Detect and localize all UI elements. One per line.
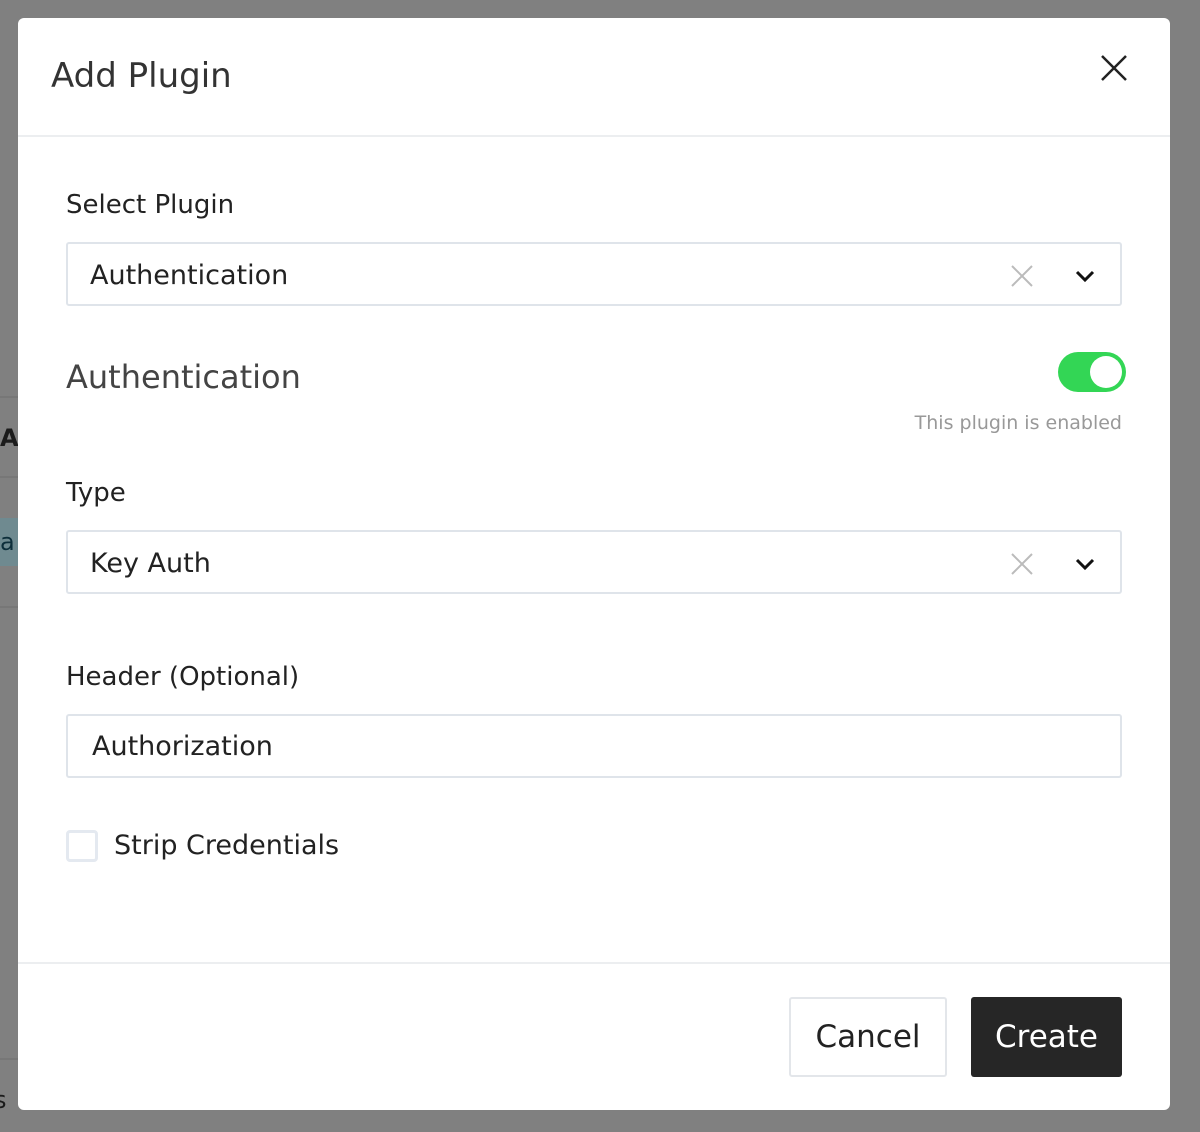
background-divider bbox=[0, 1058, 18, 1060]
enable-plugin-toggle[interactable] bbox=[1058, 352, 1126, 392]
chevron-down-icon[interactable] bbox=[1074, 266, 1096, 286]
add-plugin-modal: Add Plugin Select Plugin Authentication … bbox=[18, 18, 1170, 1110]
type-dropdown[interactable]: Key Auth bbox=[66, 530, 1122, 594]
strip-credentials-label[interactable]: Strip Credentials bbox=[114, 830, 339, 861]
footer-divider bbox=[18, 962, 1170, 964]
select-plugin-dropdown[interactable]: Authentication bbox=[66, 242, 1122, 306]
clear-icon[interactable] bbox=[1010, 552, 1034, 576]
section-title: Authentication bbox=[66, 358, 301, 396]
modal-header: Add Plugin bbox=[18, 18, 1170, 137]
select-plugin-value: Authentication bbox=[90, 260, 289, 291]
create-button[interactable]: Create bbox=[971, 997, 1122, 1077]
background-divider bbox=[0, 606, 18, 608]
close-icon[interactable] bbox=[1098, 52, 1130, 84]
enabled-hint: This plugin is enabled bbox=[914, 412, 1122, 434]
background-text: s bbox=[0, 1086, 7, 1114]
cancel-button[interactable]: Cancel bbox=[789, 997, 947, 1077]
modal-title: Add Plugin bbox=[51, 56, 232, 96]
select-plugin-label: Select Plugin bbox=[66, 190, 235, 220]
background-text: a bbox=[0, 528, 15, 556]
header-label: Header (Optional) bbox=[66, 662, 300, 692]
type-value: Key Auth bbox=[90, 548, 211, 579]
toggle-knob bbox=[1090, 356, 1122, 388]
type-label: Type bbox=[66, 478, 126, 508]
header-input[interactable] bbox=[66, 714, 1122, 778]
clear-icon[interactable] bbox=[1010, 264, 1034, 288]
background-divider bbox=[0, 476, 18, 478]
background-divider bbox=[0, 396, 18, 398]
chevron-down-icon[interactable] bbox=[1074, 554, 1096, 574]
strip-credentials-checkbox[interactable] bbox=[66, 830, 98, 862]
